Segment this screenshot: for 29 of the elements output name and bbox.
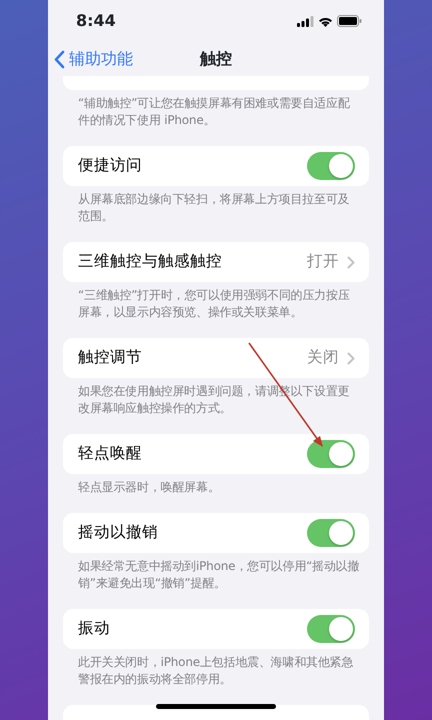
- setting-label: 振动: [78, 618, 110, 640]
- footer-note: “辅助触控”可让您在触摸屏幕有困难或需要自适应配件的情况下使用 iPhone。: [77, 95, 351, 129]
- status-time: 8:44: [76, 10, 116, 32]
- footer-note: “三维触控”打开时，您可以使用强弱不同的压力按压屏幕，以显示内容预览、操作或关联菜单。: [77, 287, 351, 321]
- wifi-icon: [318, 16, 333, 26]
- toggle-switch[interactable]: [307, 519, 355, 547]
- setting-label: 三维触控与触感触控: [78, 251, 222, 272]
- page-title: 触控: [200, 49, 232, 68]
- battery-icon: [337, 15, 362, 27]
- setting-label: 触控调节: [78, 347, 142, 368]
- setting-label: 便捷访问: [78, 155, 142, 176]
- footer-note: 此开关关闭时，iPhone上包括地震、海啸和其他紧急警报在内的振动将全部停用。: [77, 654, 354, 688]
- setting-value: 打开: [307, 251, 339, 272]
- chevron-right-icon: [347, 352, 355, 364]
- settings-row[interactable]: 触控调节 关闭: [63, 338, 369, 378]
- setting-label: 轻点唤醒: [78, 443, 142, 464]
- setting-label: 摇动以撤销: [78, 522, 158, 544]
- setting-value: 关闭: [307, 347, 339, 368]
- back-button[interactable]: 辅助功能: [48, 47, 133, 71]
- footer-note: 如果经常无意中摇动到iPhone，您可以停用“摇动以撤销”来避免出现“撤销”提醒。: [77, 558, 360, 592]
- footer-note: 从屏幕底部边缘向下轻扫，将屏幕上方项目拉至可及范围。: [77, 191, 350, 225]
- chevron-right-icon: [347, 256, 355, 268]
- toggle-switch[interactable]: [307, 152, 355, 180]
- signal-icon: [297, 16, 314, 26]
- toggle-switch[interactable]: [307, 615, 355, 643]
- footer-note: 轻点显示器时，唤醒屏幕。: [77, 479, 221, 496]
- settings-row[interactable]: 三维触控与触感触控 打开: [63, 242, 369, 282]
- toggle-switch[interactable]: [307, 440, 355, 468]
- chevron-left-icon: [54, 50, 65, 68]
